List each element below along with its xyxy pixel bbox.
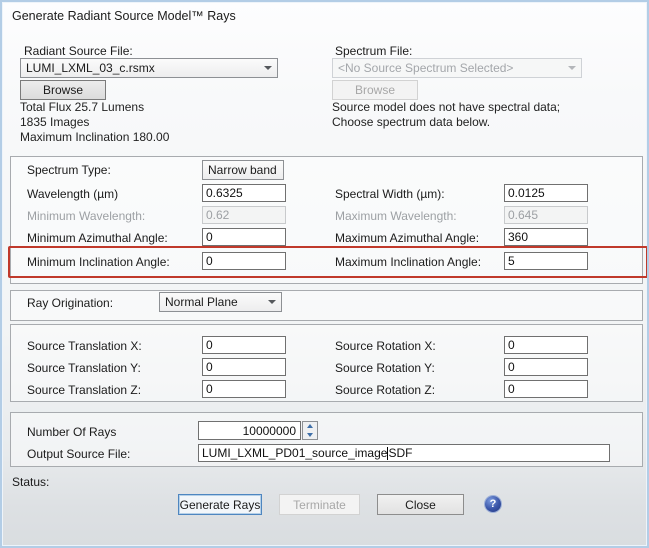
output-source-file-label: Output Source File:: [27, 447, 130, 461]
min-inclination-label: Minimum Inclination Angle:: [27, 255, 170, 269]
rotation-z-label: Source Rotation Z:: [335, 383, 435, 397]
max-inclination-label: Maximum Inclination Angle:: [335, 255, 481, 269]
translation-z-label: Source Translation Z:: [27, 383, 141, 397]
image-count-text: 1835 Images: [20, 115, 169, 130]
spectrum-type-label: Spectrum Type:: [27, 163, 111, 177]
max-azimuthal-label: Maximum Azimuthal Angle:: [335, 231, 479, 245]
ray-origination-value: Normal Plane: [165, 295, 238, 309]
chevron-down-icon: [264, 66, 272, 70]
number-of-rays-stepper[interactable]: [302, 421, 318, 440]
translation-x-label: Source Translation X:: [27, 339, 142, 353]
output-file-text-after-caret: SDF: [388, 446, 412, 460]
ray-origination-label: Ray Origination:: [27, 296, 113, 310]
min-inclination-input[interactable]: [202, 252, 286, 270]
spectral-warning-line1: Source model does not have spectral data…: [332, 100, 560, 115]
output-source-file-input[interactable]: LUMI_LXML_PD01_source_image SDF: [198, 444, 610, 462]
total-flux-text: Total Flux 25.7 Lumens: [20, 100, 169, 115]
generate-rsm-rays-dialog: Generate Radiant Source Model™ Rays Radi…: [0, 0, 649, 548]
max-wavelength-input[interactable]: [504, 206, 588, 224]
spectrum-type-select[interactable]: Narrow band: [202, 160, 284, 180]
spectrum-file-label: Spectrum File:: [335, 44, 412, 58]
chevron-down-icon: [283, 168, 284, 172]
spinner-up-icon[interactable]: [303, 422, 317, 431]
generate-rays-button[interactable]: Generate Rays: [178, 494, 262, 515]
radiant-source-browse-button[interactable]: Browse: [20, 80, 106, 100]
close-button[interactable]: Close: [377, 494, 464, 515]
max-inclination-input[interactable]: [504, 252, 588, 270]
chevron-down-icon: [568, 66, 576, 70]
max-inclination-text: Maximum Inclination 180.00: [20, 130, 169, 145]
min-wavelength-input[interactable]: [202, 206, 286, 224]
spectral-warning-line2: Choose spectrum data below.: [332, 115, 560, 130]
spectrum-file-select[interactable]: <No Source Spectrum Selected>: [332, 58, 582, 78]
rotation-y-label: Source Rotation Y:: [335, 361, 435, 375]
ray-origination-select[interactable]: Normal Plane: [159, 292, 282, 312]
min-azimuthal-label: Minimum Azimuthal Angle:: [27, 231, 168, 245]
translation-y-label: Source Translation Y:: [27, 361, 141, 375]
rotation-z-input[interactable]: [504, 380, 588, 398]
terminate-button[interactable]: Terminate: [279, 494, 360, 515]
min-azimuthal-input[interactable]: [202, 228, 286, 246]
translation-z-input[interactable]: [202, 380, 286, 398]
radiant-source-file-value: LUMI_LXML_03_c.rsmx: [26, 61, 155, 75]
status-label: Status:: [12, 475, 49, 489]
help-icon[interactable]: ?: [485, 496, 501, 512]
spectrum-file-value: <No Source Spectrum Selected>: [338, 61, 513, 75]
max-wavelength-label: Maximum Wavelength:: [335, 209, 457, 223]
number-of-rays-label: Number Of Rays: [27, 425, 116, 439]
radiant-source-file-select[interactable]: LUMI_LXML_03_c.rsmx: [20, 58, 278, 78]
rotation-x-input[interactable]: [504, 336, 588, 354]
spectral-width-label: Spectral Width (µm):: [335, 187, 445, 201]
max-azimuthal-input[interactable]: [504, 228, 588, 246]
number-of-rays-input[interactable]: [198, 421, 301, 440]
translation-x-input[interactable]: [202, 336, 286, 354]
spectrum-type-value: Narrow band: [208, 163, 277, 177]
rotation-y-input[interactable]: [504, 358, 588, 376]
translation-y-input[interactable]: [202, 358, 286, 376]
rotation-x-label: Source Rotation X:: [335, 339, 436, 353]
min-wavelength-label: Minimum Wavelength:: [27, 209, 145, 223]
output-file-text-before-caret: LUMI_LXML_PD01_source_image: [202, 446, 387, 460]
radiant-source-file-label: Radiant Source File:: [24, 44, 133, 58]
wavelength-input[interactable]: [202, 184, 286, 202]
spectrum-browse-button[interactable]: Browse: [332, 80, 418, 100]
chevron-down-icon: [268, 300, 276, 304]
wavelength-label: Wavelength (µm): [27, 187, 118, 201]
dialog-title: Generate Radiant Source Model™ Rays: [12, 9, 236, 23]
spinner-down-icon[interactable]: [303, 431, 317, 440]
spectral-width-input[interactable]: [504, 184, 588, 202]
